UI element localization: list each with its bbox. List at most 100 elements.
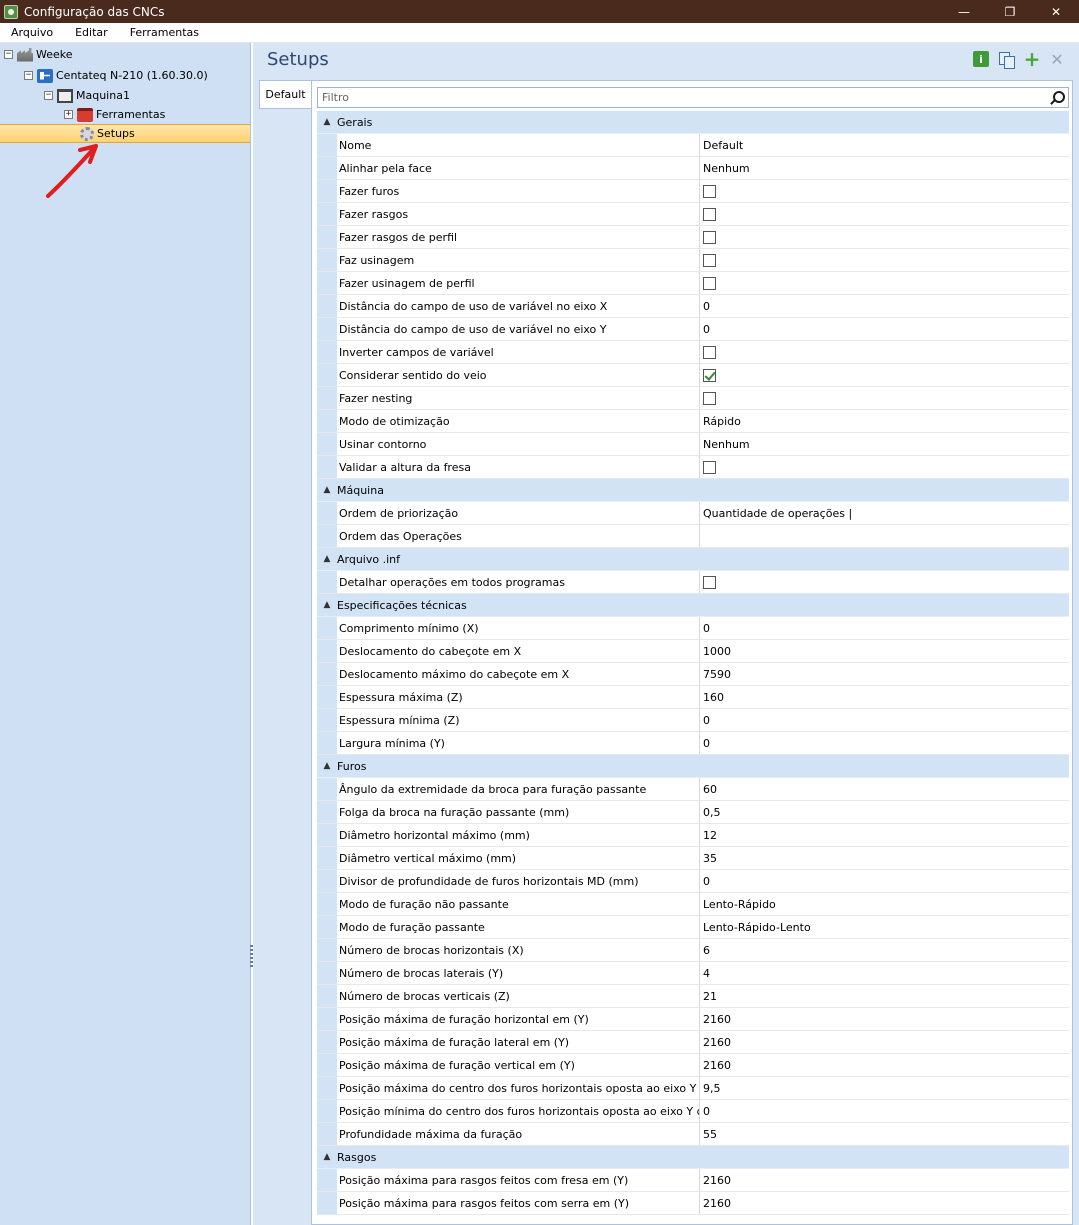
property-row[interactable]: Espessura máxima (Z) 160 xyxy=(317,686,1069,709)
property-value[interactable]: 160 xyxy=(700,686,1069,708)
chevron-up-icon[interactable]: ▲ xyxy=(317,1152,337,1162)
property-value[interactable]: 0 xyxy=(700,617,1069,639)
property-row[interactable]: Número de brocas laterais (Y) 4 xyxy=(317,962,1069,985)
property-row[interactable]: Número de brocas verticais (Z) 21 xyxy=(317,985,1069,1008)
property-value[interactable]: 7590 xyxy=(700,663,1069,685)
collapse-icon[interactable]: − xyxy=(4,50,13,59)
checkbox[interactable] xyxy=(703,230,716,244)
property-value[interactable]: Rápido xyxy=(700,410,1069,432)
category-row[interactable]: ▲ Arquivo .inf xyxy=(317,548,1069,571)
menu-ferramentas[interactable]: Ferramentas xyxy=(119,26,210,39)
tree-node-maquina1[interactable]: − Maquina1 xyxy=(44,86,130,105)
property-value[interactable]: 55 xyxy=(700,1123,1069,1145)
property-row[interactable]: Modo de furação não passante Lento-Rápido xyxy=(317,893,1069,916)
property-row[interactable]: Diâmetro vertical máximo (mm) 35 xyxy=(317,847,1069,870)
property-row[interactable]: Diâmetro horizontal máximo (mm) 12 xyxy=(317,824,1069,847)
checkbox[interactable] xyxy=(703,460,716,474)
minimize-button[interactable]: — xyxy=(941,0,987,23)
property-row[interactable]: Fazer rasgos xyxy=(317,203,1069,226)
category-row[interactable]: ▲ Furos xyxy=(317,755,1069,778)
property-row[interactable]: Inverter campos de variável xyxy=(317,341,1069,364)
property-value[interactable] xyxy=(700,341,1069,363)
property-value[interactable] xyxy=(700,226,1069,248)
close-window-button[interactable]: ✕ xyxy=(1033,0,1079,23)
property-value[interactable] xyxy=(700,364,1069,386)
property-row[interactable]: Posição máxima de furação vertical em (Y… xyxy=(317,1054,1069,1077)
property-value[interactable]: 4 xyxy=(700,962,1069,984)
collapse-icon[interactable]: − xyxy=(24,71,33,80)
tab-default[interactable]: Default xyxy=(259,80,311,109)
property-value[interactable]: 35 xyxy=(700,847,1069,869)
property-row[interactable]: Fazer usinagem de perfil xyxy=(317,272,1069,295)
checkbox-checked[interactable] xyxy=(703,368,716,382)
checkbox[interactable] xyxy=(703,207,716,221)
property-value[interactable] xyxy=(700,272,1069,294)
checkbox[interactable] xyxy=(703,575,716,589)
property-value[interactable]: Quantidade de operações | xyxy=(700,502,1069,524)
property-row[interactable]: Posição máxima para rasgos feitos com fr… xyxy=(317,1169,1069,1192)
info-icon[interactable]: i xyxy=(973,51,989,67)
property-value[interactable]: 2160 xyxy=(700,1169,1069,1191)
checkbox[interactable] xyxy=(703,253,716,267)
property-row[interactable]: Largura mínima (Y) 0 xyxy=(317,732,1069,755)
property-value[interactable]: 0 xyxy=(700,318,1069,340)
chevron-up-icon[interactable]: ▲ xyxy=(317,554,337,564)
chevron-up-icon[interactable]: ▲ xyxy=(317,117,337,127)
tree-node-cnc[interactable]: − Centateq N-210 (1.60.30.0) xyxy=(24,66,208,85)
property-row[interactable]: Validar a altura da fresa xyxy=(317,456,1069,479)
filter-input[interactable] xyxy=(318,88,1048,107)
property-row[interactable]: Fazer nesting xyxy=(317,387,1069,410)
tree-node-weeke[interactable]: − Weeke xyxy=(4,45,73,64)
property-row[interactable]: Posição máxima do centro dos furos horiz… xyxy=(317,1077,1069,1100)
property-row[interactable]: Espessura mínima (Z) 0 xyxy=(317,709,1069,732)
property-value[interactable]: Lento-Rápido-Lento xyxy=(700,916,1069,938)
category-row[interactable]: ▲ Rasgos xyxy=(317,1146,1069,1169)
property-value[interactable]: 0 xyxy=(700,732,1069,754)
property-row[interactable]: Distância do campo de uso de variável no… xyxy=(317,318,1069,341)
property-value[interactable]: 2160 xyxy=(700,1031,1069,1053)
property-value[interactable]: 0 xyxy=(700,709,1069,731)
property-value[interactable]: 0,5 xyxy=(700,801,1069,823)
property-row[interactable]: Posição máxima de furação lateral em (Y)… xyxy=(317,1031,1069,1054)
property-row[interactable]: Distância do campo de uso de variável no… xyxy=(317,295,1069,318)
property-value[interactable] xyxy=(700,387,1069,409)
property-value[interactable]: Lento-Rápido xyxy=(700,893,1069,915)
collapse-icon[interactable]: − xyxy=(44,91,53,100)
property-value[interactable] xyxy=(700,249,1069,271)
expand-icon[interactable]: + xyxy=(64,110,73,119)
property-value[interactable] xyxy=(700,571,1069,593)
copy-icon[interactable] xyxy=(998,51,1015,69)
property-row[interactable]: Considerar sentido do veio xyxy=(317,364,1069,387)
property-value[interactable] xyxy=(700,180,1069,202)
property-value[interactable]: 0 xyxy=(700,1100,1069,1122)
chevron-up-icon[interactable]: ▲ xyxy=(317,600,337,610)
property-row[interactable]: Ordem de priorização Quantidade de operaç… xyxy=(317,502,1069,525)
property-value[interactable] xyxy=(700,203,1069,225)
property-row[interactable]: Deslocamento do cabeçote em X 1000 xyxy=(317,640,1069,663)
checkbox[interactable] xyxy=(703,345,716,359)
property-row[interactable]: Detalhar operações em todos programas xyxy=(317,571,1069,594)
property-value[interactable]: 6 xyxy=(700,939,1069,961)
property-row[interactable]: Modo de furação passante Lento-Rápido-Len… xyxy=(317,916,1069,939)
category-row[interactable]: ▲ Especificações técnicas xyxy=(317,594,1069,617)
menu-arquivo[interactable]: Arquivo xyxy=(0,26,64,39)
property-value[interactable]: 2160 xyxy=(700,1054,1069,1076)
property-row[interactable]: Deslocamento máximo do cabeçote em X 7590 xyxy=(317,663,1069,686)
property-row[interactable]: Modo de otimização Rápido xyxy=(317,410,1069,433)
property-value[interactable] xyxy=(700,525,1069,547)
property-value[interactable]: 12 xyxy=(700,824,1069,846)
add-icon[interactable]: + xyxy=(1024,47,1041,71)
property-row[interactable]: Posição mínima do centro dos furos horiz… xyxy=(317,1100,1069,1123)
property-value[interactable]: 60 xyxy=(700,778,1069,800)
property-row[interactable]: Ângulo da extremidade da broca para fura… xyxy=(317,778,1069,801)
chevron-up-icon[interactable]: ▲ xyxy=(317,485,337,495)
property-value[interactable]: Default xyxy=(700,134,1069,156)
property-value[interactable]: Nenhum xyxy=(700,433,1069,455)
checkbox[interactable] xyxy=(703,391,716,405)
property-row[interactable]: Usinar contorno Nenhum xyxy=(317,433,1069,456)
property-value[interactable]: 9,5 xyxy=(700,1077,1069,1099)
property-value[interactable]: 0 xyxy=(700,870,1069,892)
checkbox[interactable] xyxy=(703,184,716,198)
property-value[interactable]: Nenhum xyxy=(700,157,1069,179)
property-value[interactable]: 2160 xyxy=(700,1008,1069,1030)
